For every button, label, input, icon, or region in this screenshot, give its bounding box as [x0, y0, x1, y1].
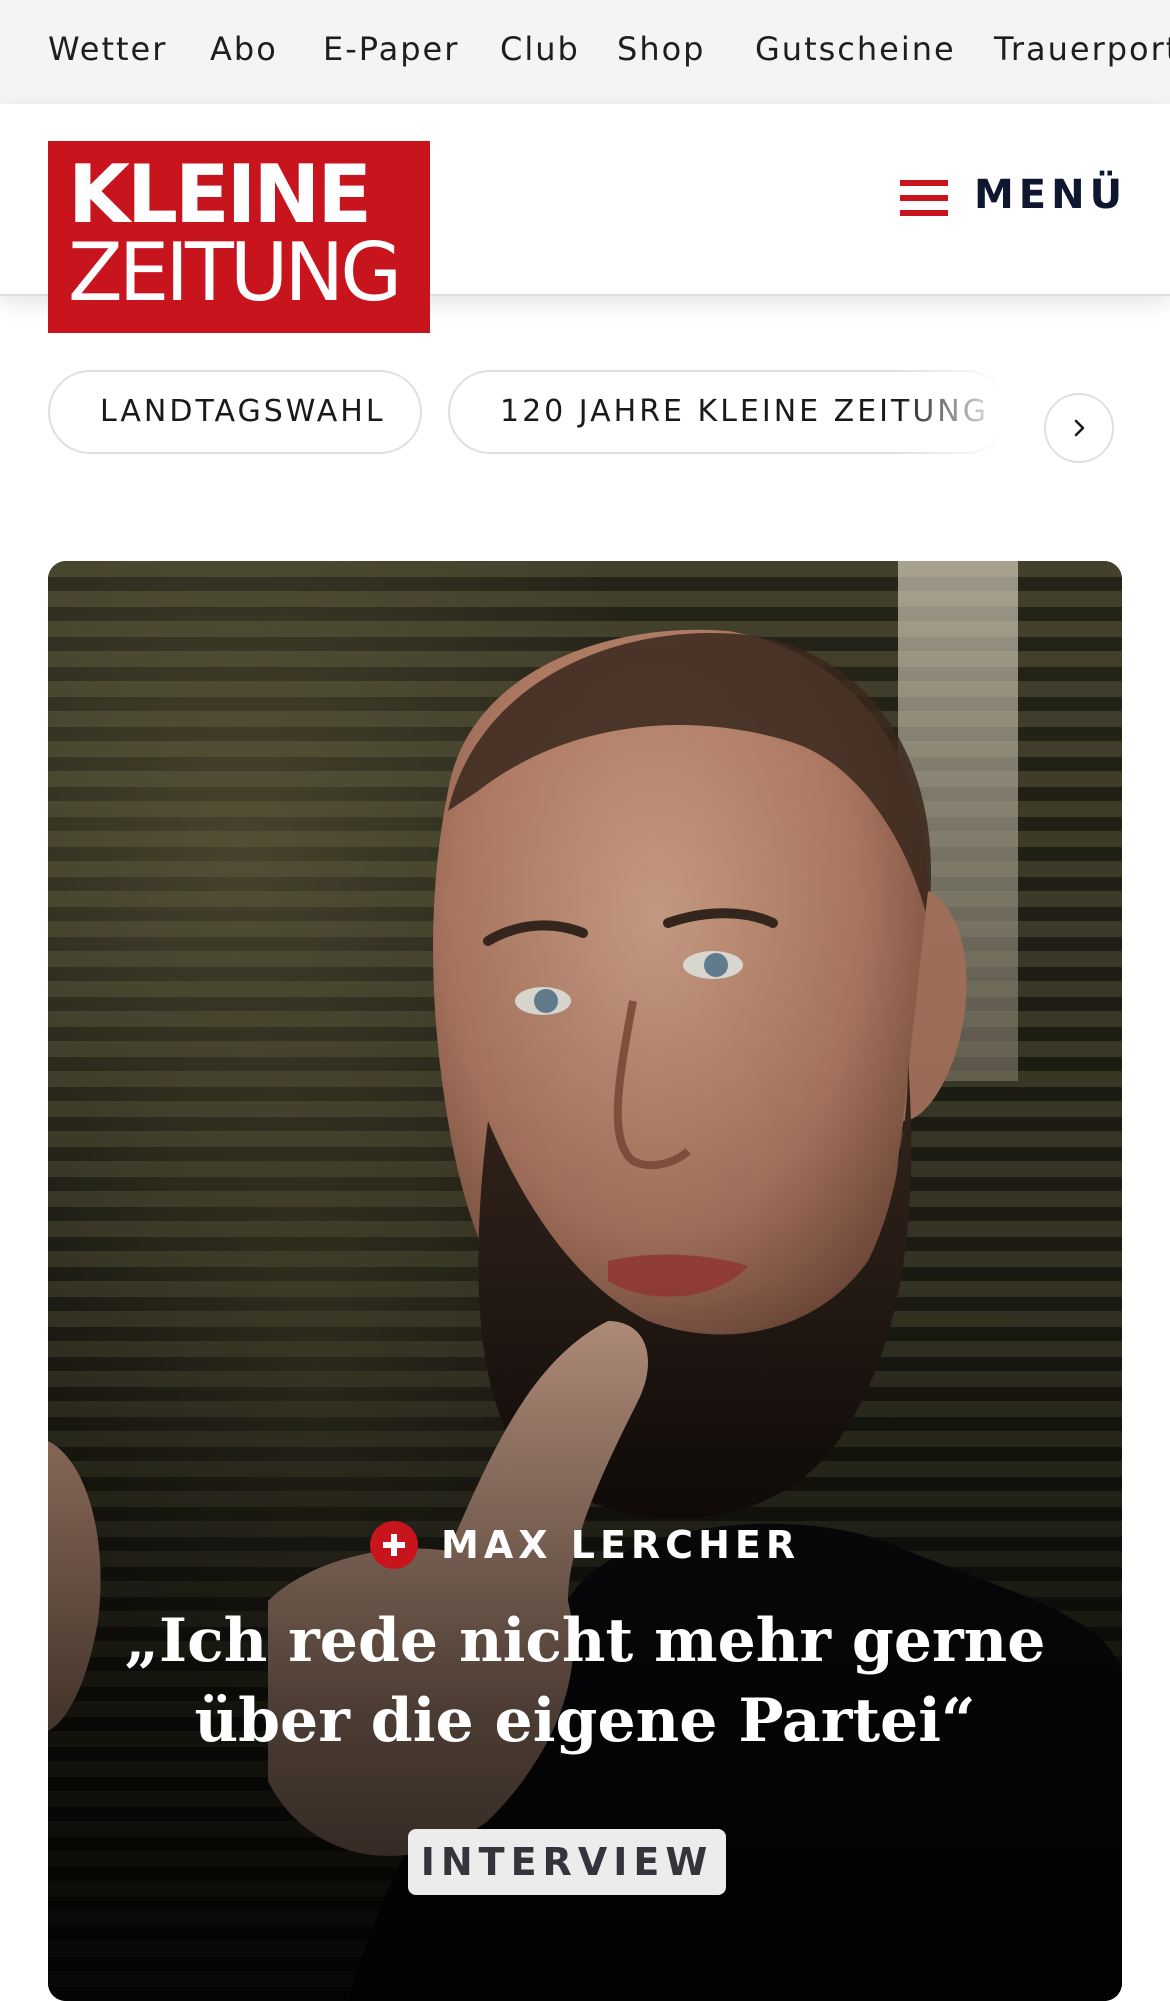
hero-tag-badge: INTERVIEW — [408, 1829, 726, 1895]
chips-next-button[interactable] — [1044, 393, 1114, 463]
topnav-item-trauerportal[interactable]: Trauerportal — [994, 30, 1170, 68]
hero-kicker: MAX LERCHER — [48, 1521, 1122, 1577]
topnav-item-shop[interactable]: Shop — [617, 30, 705, 68]
site-logo[interactable]: KLEINE ZEITUNG — [48, 141, 430, 333]
hamburger-icon — [900, 180, 948, 216]
logo-line-1: KLEINE — [68, 148, 372, 241]
topnav-item-wetter[interactable]: Wetter — [48, 30, 167, 68]
chip-landtagswahl[interactable]: LANDTAGSWAHL — [48, 370, 422, 454]
topnav-item-abo[interactable]: Abo — [210, 30, 278, 68]
menu-button[interactable]: MENÜ — [898, 168, 1122, 224]
logo-line-2: ZEITUNG — [68, 226, 402, 319]
topnav-item-club[interactable]: Club — [500, 30, 580, 68]
hero-gradient-overlay — [48, 561, 1122, 2001]
hero-headline[interactable]: „Ich rede nicht mehr gerne über die eige… — [88, 1601, 1082, 1761]
top-navigation: Wetter Abo E-Paper Club Shop Gutscheine … — [0, 0, 1170, 104]
menu-label: MENÜ — [974, 172, 1128, 218]
plus-icon — [369, 1521, 418, 1569]
topnav-item-gutscheine[interactable]: Gutscheine — [755, 30, 956, 68]
chevron-right-icon — [1074, 419, 1085, 437]
chips-fade-overlay — [900, 350, 1050, 490]
hero-article-card[interactable]: MAX LERCHER „Ich rede nicht mehr gerne ü… — [48, 561, 1122, 2001]
topnav-item-epaper[interactable]: E-Paper — [323, 30, 459, 68]
hero-kicker-text: MAX LERCHER — [441, 1523, 801, 1567]
